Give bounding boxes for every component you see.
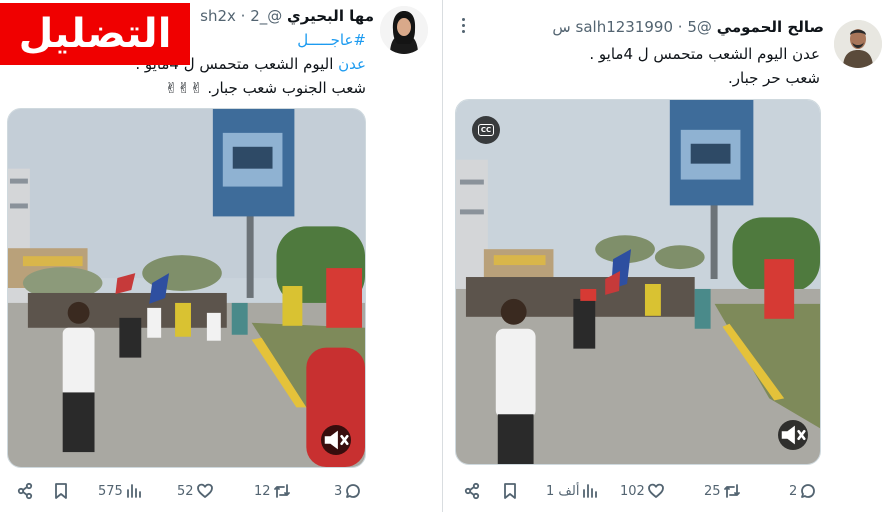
- bookmark-button[interactable]: [52, 478, 70, 504]
- like-count: 102: [620, 483, 645, 499]
- heart-icon: [647, 483, 664, 498]
- tweet-actions: 1 ألف 102 25 2: [443, 478, 896, 504]
- mute-button[interactable]: [778, 420, 808, 450]
- reply-count: 3: [334, 483, 343, 499]
- place-link[interactable]: عدن: [338, 55, 366, 73]
- retweet-count: 25: [704, 483, 721, 499]
- share-icon: [464, 482, 480, 500]
- views-icon: [126, 484, 141, 498]
- tweet-actions: 575 52 12 3: [0, 478, 442, 504]
- retweet-count: 12: [254, 483, 271, 499]
- reply-count: 2: [789, 483, 798, 499]
- mute-icon: [781, 425, 806, 445]
- mute-icon: [324, 430, 349, 450]
- heart-icon: [196, 483, 213, 498]
- views-count: 575: [98, 483, 123, 499]
- retweet-icon: [273, 484, 290, 498]
- timestamp[interactable]: 2: [250, 7, 260, 25]
- tweet-text-line-1: #عاجـــــل: [297, 30, 366, 50]
- views-count: 1 ألف: [546, 483, 580, 499]
- tweet-card-right[interactable]: صالح الحمومي @salh1231990 · 5 س عدن اليو…: [443, 0, 896, 512]
- reply-icon: [346, 484, 361, 498]
- reply-icon: [801, 484, 816, 498]
- tweet-card-left[interactable]: مها البحيري @_sh2x · 2 #عاجـــــل عدن ال…: [0, 0, 442, 512]
- views-button[interactable]: 1 ألف: [546, 478, 599, 504]
- hashtag-link[interactable]: #عاجـــــل: [297, 31, 366, 49]
- more-icon-dot: [462, 24, 465, 27]
- mute-button[interactable]: [321, 425, 351, 455]
- avatar-image: [834, 20, 882, 68]
- retweet-icon: [723, 484, 740, 498]
- retweet-button[interactable]: 12: [254, 478, 291, 504]
- tweet-header: صالح الحمومي @salh1231990 · 5 س: [552, 17, 824, 37]
- video-player[interactable]: CC: [455, 99, 821, 465]
- like-button[interactable]: 52: [177, 478, 214, 504]
- bookmark-button[interactable]: [501, 478, 519, 504]
- views-button[interactable]: 575: [98, 478, 143, 504]
- reply-button[interactable]: 3: [334, 478, 362, 504]
- cc-icon: CC: [477, 124, 495, 136]
- retweet-button[interactable]: 25: [704, 478, 741, 504]
- bookmark-icon: [55, 483, 67, 499]
- bookmark-icon: [504, 483, 516, 499]
- separator-dot: ·: [240, 7, 246, 25]
- video-frame: [456, 100, 820, 464]
- share-icon: [17, 482, 33, 500]
- reply-button[interactable]: 2: [789, 478, 817, 504]
- tweet-text-line-2: شعب حر جبار.: [728, 69, 820, 87]
- more-icon-dot: [462, 30, 465, 33]
- video-player[interactable]: [7, 108, 366, 468]
- avatar-image: [380, 6, 428, 54]
- video-frame: [8, 109, 365, 467]
- misinformation-stamp: التضليل: [0, 3, 190, 65]
- more-options-button[interactable]: [461, 18, 467, 36]
- separator-dot: ·: [677, 18, 683, 36]
- captions-button[interactable]: CC: [472, 116, 500, 144]
- share-button[interactable]: [463, 478, 481, 504]
- tweet-text-line-3: شعب الجنوب شعب جبار. ✌✌✌: [164, 79, 366, 97]
- display-name[interactable]: مها البحيري: [287, 7, 374, 25]
- tweet-text-line-1: عدن اليوم الشعب متحمس ل 4مايو .: [589, 45, 820, 63]
- avatar[interactable]: [380, 6, 428, 54]
- more-icon-dot: [462, 18, 465, 21]
- avatar[interactable]: [834, 20, 882, 68]
- tweet-header: مها البحيري @_sh2x · 2: [200, 6, 374, 26]
- share-button[interactable]: [16, 478, 34, 504]
- like-count: 52: [177, 483, 194, 499]
- like-button[interactable]: 102: [620, 478, 665, 504]
- views-icon: [583, 484, 598, 498]
- display-name[interactable]: صالح الحمومي: [717, 18, 824, 36]
